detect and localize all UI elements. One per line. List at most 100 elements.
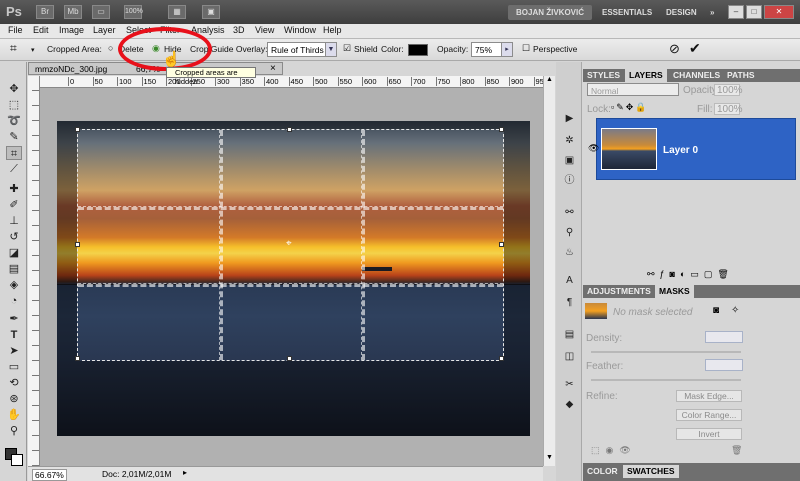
- tab-channels[interactable]: CHANNELS: [669, 69, 724, 82]
- delete-mask-icon[interactable]: 🗑: [731, 445, 742, 456]
- brush-tool-icon[interactable]: ✐: [6, 198, 22, 212]
- close-button[interactable]: ✕: [764, 5, 794, 19]
- history-panel-icon[interactable]: ▶: [563, 112, 576, 125]
- tab-layers[interactable]: LAYERS: [625, 69, 667, 82]
- info-panel-icon[interactable]: ⓘ: [563, 174, 576, 187]
- 3d-rotate-tool-icon[interactable]: ⟲: [6, 376, 22, 390]
- crop-handle-right[interactable]: [499, 242, 504, 247]
- add-vector-mask-icon[interactable]: ✧: [731, 305, 739, 316]
- spot-healing-tool-icon[interactable]: ✚: [6, 182, 22, 196]
- menu-file[interactable]: File: [8, 25, 23, 35]
- paragraph-panel-icon[interactable]: ¶: [563, 296, 576, 309]
- crop-handle-bottom-right[interactable]: [499, 356, 504, 361]
- actions-panel-icon[interactable]: ✲: [563, 134, 576, 147]
- shape-tool-icon[interactable]: ▭: [6, 360, 22, 374]
- workspace-user-button[interactable]: BOJAN ŽIVKOVIĆ: [508, 5, 593, 20]
- close-document-icon[interactable]: ×: [270, 63, 276, 74]
- menu-edit[interactable]: Edit: [33, 25, 49, 35]
- background-color-swatch[interactable]: [11, 454, 23, 466]
- feather-field[interactable]: [705, 359, 743, 371]
- color-range-button[interactable]: Color Range...: [676, 409, 742, 421]
- eraser-tool-icon[interactable]: ◪: [6, 246, 22, 260]
- notes-panel-icon[interactable]: ▤: [563, 328, 576, 341]
- bridge-icon[interactable]: Br: [36, 5, 54, 19]
- tab-swatches[interactable]: SWATCHES: [623, 465, 679, 478]
- gradient-tool-icon[interactable]: ▤: [6, 262, 22, 276]
- scroll-down-icon[interactable]: ▼: [546, 454, 553, 461]
- tab-paths[interactable]: PATHS: [723, 69, 759, 82]
- zoom-level-icon[interactable]: 100%: [124, 5, 143, 19]
- feather-slider[interactable]: [591, 379, 741, 381]
- layer-row[interactable]: 👁 Layer 0: [588, 118, 796, 180]
- commit-crop-icon[interactable]: ✔: [689, 40, 701, 57]
- history-brush-tool-icon[interactable]: ↺: [6, 230, 22, 244]
- path-selection-tool-icon[interactable]: ➤: [6, 344, 22, 358]
- screen-mode-icon[interactable]: ▣: [202, 5, 220, 19]
- layers-panel-footer-icons[interactable]: ⚯ƒ◙◐▭▢🗑: [647, 269, 734, 280]
- layer-opacity-field[interactable]: 100%: [714, 84, 743, 96]
- menu-layer[interactable]: Layer: [93, 25, 116, 35]
- blend-mode-select[interactable]: Normal: [587, 83, 679, 96]
- tab-styles[interactable]: STYLES: [583, 69, 624, 82]
- shield-opacity-field[interactable]: 75% ▸: [471, 42, 513, 57]
- masks-panel-footer-icons[interactable]: ⬚◉👁: [591, 445, 637, 456]
- mask-edge-button[interactable]: Mask Edge...: [676, 390, 742, 402]
- density-field[interactable]: [705, 331, 743, 343]
- crop-center-icon[interactable]: ⌖: [286, 238, 292, 249]
- minimize-button[interactable]: –: [728, 5, 744, 19]
- zoom-status-field[interactable]: 66.67%: [32, 469, 67, 481]
- zoom-tool-icon[interactable]: ⚲: [6, 424, 22, 438]
- fill-field[interactable]: 100%: [714, 103, 743, 115]
- tab-adjustments[interactable]: ADJUSTMENTS: [583, 285, 655, 298]
- marquee-tool-icon[interactable]: ⬚: [6, 98, 22, 112]
- tool-presets-panel-icon[interactable]: ♨: [563, 246, 576, 259]
- add-pixel-mask-icon[interactable]: ◙: [713, 305, 719, 316]
- brush-presets-panel-icon[interactable]: ⚯: [563, 206, 576, 219]
- arrange-documents-icon[interactable]: ▦: [168, 5, 186, 19]
- maximize-button[interactable]: □: [746, 5, 762, 19]
- invert-button[interactable]: Invert: [676, 428, 742, 440]
- density-slider[interactable]: [591, 351, 741, 353]
- crop-tool-icon[interactable]: ⌗: [6, 146, 22, 160]
- tools-options-panel-icon[interactable]: ✂: [563, 378, 576, 391]
- dodge-tool-icon[interactable]: ◔: [6, 294, 22, 308]
- vertical-scrollbar[interactable]: ▲ ▼: [543, 76, 555, 466]
- extras-icon[interactable]: ▭: [92, 5, 110, 19]
- tab-color[interactable]: COLOR: [583, 465, 622, 478]
- crop-handle-top-left[interactable]: [75, 127, 80, 132]
- crop-handle-bottom-left[interactable]: [75, 356, 80, 361]
- lasso-tool-icon[interactable]: ➰: [6, 114, 22, 128]
- scroll-up-icon[interactable]: ▲: [546, 76, 553, 83]
- crop-handle-bottom[interactable]: [287, 356, 292, 361]
- crop-handle-top[interactable]: [287, 127, 292, 132]
- more-workspaces-button[interactable]: »: [702, 5, 722, 20]
- lock-options-icon[interactable]: ▫✎✥🔒: [611, 102, 648, 113]
- menu-3d[interactable]: 3D: [233, 25, 245, 35]
- blur-tool-icon[interactable]: ◈: [6, 278, 22, 292]
- clone-source-panel-icon[interactable]: ⚲: [563, 226, 576, 239]
- pen-tool-icon[interactable]: ✒: [6, 312, 22, 326]
- hand-tool-icon[interactable]: ✋: [6, 408, 22, 422]
- crop-guide-overlay-select[interactable]: Rule of Thirds ▼: [267, 42, 337, 57]
- type-tool-icon[interactable]: T: [6, 328, 22, 342]
- chevron-right-icon[interactable]: ▸: [501, 43, 512, 56]
- workspace-design[interactable]: DESIGN: [658, 5, 705, 20]
- crop-tool-preset-icon[interactable]: ⌗: [10, 41, 17, 56]
- menu-view[interactable]: View: [255, 25, 274, 35]
- mini-bridge-icon[interactable]: Mb: [64, 5, 82, 19]
- quick-selection-tool-icon[interactable]: ✎: [6, 130, 22, 144]
- status-menu-arrow-icon[interactable]: ▸: [183, 468, 187, 477]
- delete-radio[interactable]: ○: [108, 43, 113, 53]
- shield-checkbox[interactable]: ☑: [343, 43, 351, 54]
- layer-name[interactable]: Layer 0: [663, 145, 698, 156]
- eyedropper-tool-icon[interactable]: ⟋: [6, 162, 22, 176]
- navigator-panel-icon[interactable]: ▣: [563, 154, 576, 167]
- cancel-crop-icon[interactable]: ⊘: [669, 41, 680, 57]
- menu-help[interactable]: Help: [323, 25, 342, 35]
- shield-color-swatch[interactable]: [408, 44, 428, 56]
- chevron-down-icon[interactable]: ▾: [31, 46, 35, 54]
- clone-stamp-tool-icon[interactable]: ⊥: [6, 214, 22, 228]
- perspective-checkbox[interactable]: ☐: [522, 43, 530, 54]
- crop-handle-left[interactable]: [75, 242, 80, 247]
- move-tool-icon[interactable]: ✥: [6, 82, 22, 96]
